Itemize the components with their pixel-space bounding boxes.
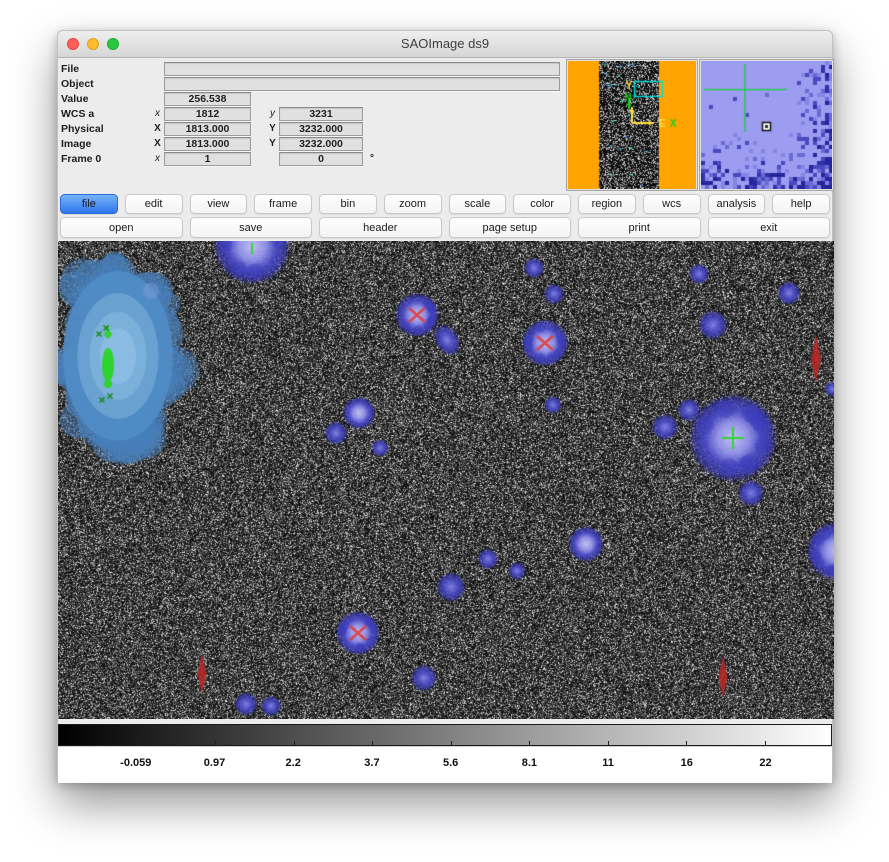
value-label: Value — [61, 93, 151, 105]
colorbar-tick-label: 16 — [681, 757, 693, 769]
menu-bar: file edit view frame bin zoom scale colo… — [58, 192, 832, 241]
magnifier-canvas[interactable] — [701, 61, 832, 189]
button-page-setup[interactable]: page setup — [449, 217, 572, 238]
menu-region[interactable]: region — [578, 194, 636, 214]
button-print[interactable]: print — [578, 217, 701, 238]
wcs-x-label: x — [151, 108, 164, 119]
file-label: File — [61, 63, 151, 75]
image-y-label: Y — [266, 138, 279, 149]
colorbar-tick — [294, 741, 295, 745]
menu-bin[interactable]: bin — [319, 194, 377, 214]
physical-label: Physical — [61, 123, 151, 135]
menu-row-1: file edit view frame bin zoom scale colo… — [59, 194, 831, 214]
colorbar-tick — [529, 741, 530, 745]
colorbar-tick — [451, 741, 452, 745]
panner-canvas[interactable] — [568, 61, 696, 189]
colorbar-labels: -0.059 0.97 2.2 3.7 5.6 8.1 11 16 22 — [58, 746, 832, 783]
main-image-display[interactable] — [58, 241, 832, 719]
wcs-x-field[interactable]: 1812 — [164, 107, 251, 121]
colorbar-tick-label: -0.059 — [120, 757, 151, 769]
physical-x-label: X — [151, 123, 164, 134]
wcs-label: WCS a — [61, 108, 151, 120]
window-title: SAOImage ds9 — [58, 31, 832, 57]
object-label: Object — [61, 78, 151, 90]
image-x-field[interactable]: 1813.000 — [164, 137, 251, 151]
menu-scale[interactable]: scale — [449, 194, 507, 214]
menu-color[interactable]: color — [513, 194, 571, 214]
image-x-label: X — [151, 138, 164, 149]
button-open[interactable]: open — [60, 217, 183, 238]
info-row-frame: Frame 0 x 1 0 ° — [61, 151, 566, 166]
info-row-image: Image X 1813.000 Y 3232.000 — [61, 136, 566, 151]
image-label: Image — [61, 138, 151, 150]
colorbar: -0.059 0.97 2.2 3.7 5.6 8.1 11 16 22 — [58, 724, 832, 783]
ds9-window: SAOImage ds9 File Object Value 256.53 — [57, 30, 833, 782]
wcs-y-label: y — [266, 108, 279, 119]
menu-file[interactable]: file — [60, 194, 118, 214]
menu-wcs[interactable]: wcs — [643, 194, 701, 214]
frame-zoom-field[interactable]: 1 — [164, 152, 251, 166]
info-row-wcs: WCS a x 1812 y 3231 — [61, 106, 566, 121]
physical-x-field[interactable]: 1813.000 — [164, 122, 251, 136]
menu-help[interactable]: help — [772, 194, 830, 214]
info-row-value: Value 256.538 — [61, 91, 566, 106]
colorbar-tick — [137, 741, 138, 745]
panner[interactable] — [566, 59, 698, 191]
menu-row-2: open save header page setup print exit — [59, 217, 831, 238]
frame-rotate-field[interactable]: 0 — [279, 152, 363, 166]
info-row-object: Object — [61, 76, 566, 91]
info-row-file: File — [61, 61, 566, 76]
colorbar-tick-label: 2.2 — [286, 757, 301, 769]
button-header[interactable]: header — [319, 217, 442, 238]
physical-y-label: Y — [266, 123, 279, 134]
physical-y-field[interactable]: 3232.000 — [279, 122, 363, 136]
colorbar-tick — [608, 741, 609, 745]
colorbar-tick — [765, 741, 766, 745]
colorbar-tick — [372, 741, 373, 745]
menu-frame[interactable]: frame — [254, 194, 312, 214]
titlebar[interactable]: SAOImage ds9 — [58, 31, 832, 58]
file-field[interactable] — [164, 62, 560, 76]
colorbar-tick-label: 3.7 — [364, 757, 379, 769]
colorbar-tick-label: 8.1 — [522, 757, 537, 769]
colorbar-tick-label: 5.6 — [443, 757, 458, 769]
wcs-y-field[interactable]: 3231 — [279, 107, 363, 121]
colorbar-tick-label: 22 — [759, 757, 771, 769]
object-field[interactable] — [164, 77, 560, 91]
main-image-canvas[interactable] — [58, 241, 834, 719]
desktop: SAOImage ds9 File Object Value 256.53 — [0, 0, 889, 862]
magnifier[interactable] — [699, 59, 834, 191]
info-grid: File Object Value 256.538 WCS a x — [61, 61, 566, 166]
menu-view[interactable]: view — [190, 194, 248, 214]
button-save[interactable]: save — [190, 217, 313, 238]
image-y-field[interactable]: 3232.000 — [279, 137, 363, 151]
info-row-physical: Physical X 1813.000 Y 3232.000 — [61, 121, 566, 136]
colorbar-gradient[interactable] — [58, 724, 832, 746]
colorbar-tick — [215, 741, 216, 745]
menu-zoom[interactable]: zoom — [384, 194, 442, 214]
colorbar-tick — [686, 741, 687, 745]
frame-label: Frame 0 — [61, 153, 151, 165]
menu-analysis[interactable]: analysis — [708, 194, 766, 214]
colorbar-tick-label: 0.97 — [204, 757, 225, 769]
colorbar-tick-label: 11 — [602, 757, 614, 769]
value-field[interactable]: 256.538 — [164, 92, 251, 106]
degree-symbol: ° — [370, 153, 374, 164]
menu-edit[interactable]: edit — [125, 194, 183, 214]
frame-x-label: x — [151, 153, 164, 164]
button-exit[interactable]: exit — [708, 217, 831, 238]
info-panel: File Object Value 256.538 WCS a x — [58, 58, 832, 192]
